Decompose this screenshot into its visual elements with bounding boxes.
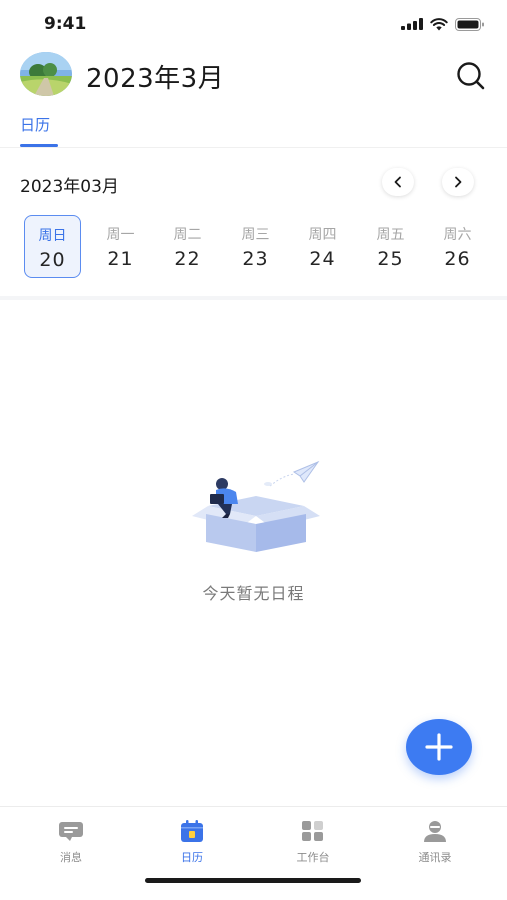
date-number: 26 [444, 248, 471, 270]
bottom-nav: 消息 日历 工作台 通讯录 [0, 806, 507, 900]
add-schedule-button[interactable] [406, 719, 472, 775]
status-time: 9:41 [44, 14, 87, 34]
date-number: 21 [107, 248, 134, 270]
tab-indicator [20, 144, 58, 147]
search-button[interactable] [454, 60, 488, 92]
section-divider [0, 296, 507, 300]
day-cell[interactable]: 周一 21 [92, 215, 149, 278]
weekday-label: 周日 [38, 228, 67, 244]
page-title: 2023年3月 [86, 64, 225, 94]
date-number: 25 [377, 248, 404, 270]
avatar[interactable] [20, 52, 72, 96]
month-row: 2023年03月 [0, 160, 507, 204]
date-number: 23 [242, 248, 269, 270]
previous-week-button[interactable] [382, 168, 414, 196]
day-cell[interactable]: 周六 26 [429, 215, 486, 278]
date-number: 22 [174, 248, 201, 270]
nav-item-workbench[interactable]: 工作台 [268, 819, 358, 865]
month-label: 2023年03月 [20, 177, 119, 197]
date-number: 20 [39, 249, 66, 271]
header: 2023年3月 [0, 48, 507, 104]
date-number: 24 [309, 248, 336, 270]
battery-icon [455, 17, 484, 31]
nav-label: 日历 [181, 851, 203, 864]
empty-state-text: 今天暂无日程 [202, 584, 305, 603]
workbench-icon [302, 821, 323, 841]
week-strip: 周日 20 周一 21 周二 22 周三 23 周四 24 周五 25 周六 2… [0, 212, 507, 282]
empty-state-illustration [186, 458, 326, 554]
weekday-label: 周一 [106, 227, 135, 243]
nav-item-messages[interactable]: 消息 [26, 819, 116, 865]
weekday-label: 周三 [241, 227, 270, 243]
search-icon [457, 62, 485, 90]
status-icons [401, 17, 485, 31]
weekday-label: 周六 [443, 227, 472, 243]
day-cell[interactable]: 周日 20 [24, 215, 81, 278]
weekday-label: 周二 [173, 227, 202, 243]
next-week-button[interactable] [442, 168, 474, 196]
nav-label: 消息 [60, 851, 82, 864]
chevron-right-icon [455, 176, 462, 188]
nav-item-calendar[interactable]: 日历 [147, 819, 237, 865]
nav-item-contacts[interactable]: 通讯录 [390, 819, 480, 865]
day-cell[interactable]: 周二 22 [159, 215, 216, 278]
chevron-left-icon [394, 176, 401, 188]
nav-label: 工作台 [296, 851, 330, 864]
day-cell[interactable]: 周四 24 [294, 215, 351, 278]
tab-bar: 日历 [0, 106, 507, 148]
status-bar: 9:41 [0, 0, 507, 48]
contacts-icon [424, 821, 446, 842]
message-icon [59, 822, 83, 841]
nav-label: 通讯录 [418, 851, 452, 864]
weekday-label: 周五 [376, 227, 405, 243]
weekday-label: 周四 [308, 227, 337, 243]
plus-icon [425, 733, 453, 761]
home-indicator [145, 878, 361, 883]
day-cell[interactable]: 周五 25 [362, 215, 419, 278]
day-cell[interactable]: 周三 23 [227, 215, 284, 278]
tab-calendar[interactable]: 日历 [20, 114, 50, 135]
signal-icon [401, 18, 423, 30]
calendar-icon [181, 820, 203, 842]
wifi-icon [430, 17, 448, 30]
